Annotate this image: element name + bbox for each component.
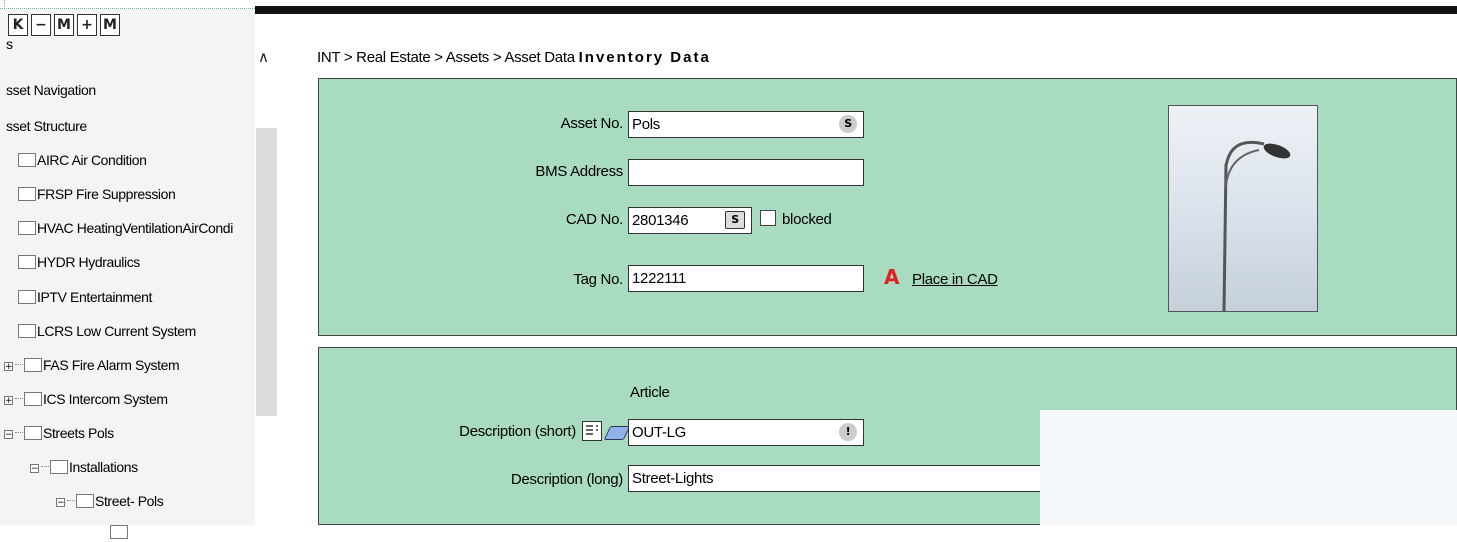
tree-item-label: s <box>6 36 13 52</box>
tree-item-label: ICS Intercom System <box>43 391 168 407</box>
selection-icon[interactable]: S <box>725 211 745 229</box>
folder-icon <box>50 460 68 474</box>
first-page-button[interactable]: K <box>8 14 28 36</box>
tree-item-streets-pols[interactable]: − Streets Pols <box>4 423 114 443</box>
collapse-icon[interactable]: − <box>56 498 65 508</box>
collapse-icon[interactable]: − <box>30 464 39 474</box>
last-page-button[interactable]: M <box>100 14 120 36</box>
tree-nav-buttons: K − M + M <box>8 14 120 36</box>
tree-item-label: LCRS Low Current System <box>37 323 196 339</box>
place-in-cad-link[interactable]: Place in CAD <box>912 271 998 288</box>
asset-no-label: Asset No. <box>560 115 624 132</box>
tag-no-label: Tag No. <box>573 271 623 288</box>
tree-item-label: FAS Fire Alarm System <box>43 357 180 373</box>
tree-item-fas[interactable]: + FAS Fire Alarm System <box>4 355 180 375</box>
breadcrumb: INT > Real Estate > Assets > Asset Data … <box>317 49 711 66</box>
tree-line <box>41 466 49 468</box>
folder-icon <box>24 426 42 440</box>
tag-no-field[interactable]: 1222111 <box>628 265 864 292</box>
cad-no-field[interactable]: 2801346 S <box>628 207 752 234</box>
blocked-label: blocked <box>782 211 832 228</box>
tree-line <box>15 432 23 434</box>
asset-no-value: Pols <box>632 116 660 133</box>
tree-line <box>67 500 75 502</box>
tree-item-label: IPTV Entertainment <box>37 289 152 305</box>
tree-item-label: sset Structure <box>6 118 87 134</box>
asset-no-field[interactable]: Pols S <box>628 111 864 138</box>
cad-no-value: 2801346 <box>632 212 689 229</box>
tree-item-label: Street- Pols <box>95 493 164 509</box>
desc-long-label: Description (long) <box>510 471 623 488</box>
tree-item-installations[interactable]: − Installations <box>30 457 138 477</box>
folder-icon <box>18 153 36 167</box>
tree-item-label: FRSP Fire Suppression <box>37 186 176 202</box>
note-icon[interactable] <box>582 421 602 441</box>
tree-line <box>15 364 23 366</box>
tree-item-label: AIRC Air Condition <box>37 152 147 168</box>
expand-button[interactable]: + <box>77 14 97 36</box>
desc-long-value: Street-Lights <box>632 470 714 487</box>
desc-short-label: Description (short) <box>459 423 576 440</box>
folder-icon <box>110 525 128 539</box>
tree-line <box>15 398 23 400</box>
tree-item-iptv[interactable]: IPTV Entertainment <box>18 287 152 307</box>
expand-icon[interactable]: + <box>4 396 13 406</box>
blocked-checkbox[interactable] <box>760 210 776 226</box>
collapse-icon[interactable]: − <box>4 430 13 440</box>
tree-item-airc[interactable]: AIRC Air Condition <box>18 150 147 170</box>
header-bar <box>255 6 1457 14</box>
tree-item-frsp[interactable]: FRSP Fire Suppression <box>18 184 176 204</box>
cad-icon[interactable]: A <box>884 265 899 289</box>
collapse-button[interactable]: − <box>31 14 51 36</box>
tag-no-value: 1222111 <box>632 270 687 287</box>
tree-scrollbar[interactable] <box>256 128 277 416</box>
tree-item-label: Installations <box>69 459 138 475</box>
tree-item-asset-structure[interactable]: sset Structure <box>6 116 87 136</box>
tree-item-asset-navigation[interactable]: sset Navigation <box>6 80 96 100</box>
middle-button[interactable]: M <box>54 14 74 36</box>
expand-icon[interactable]: + <box>4 362 13 372</box>
street-lamp-photo <box>1168 105 1318 312</box>
cad-no-label: CAD No. <box>565 211 623 228</box>
tree-item-hydr[interactable]: HYDR Hydraulics <box>18 252 140 272</box>
folder-icon <box>18 221 36 235</box>
bms-address-label: BMS Address <box>535 163 623 180</box>
page-title: Inventory Data <box>578 49 711 66</box>
tree-item-ics[interactable]: + ICS Intercom System <box>4 389 168 409</box>
article-heading: Article <box>630 384 670 401</box>
tree-item-label: HYDR Hydraulics <box>37 254 140 270</box>
required-icon: ! <box>839 423 857 441</box>
folder-icon <box>18 255 36 269</box>
folder-icon <box>18 324 36 338</box>
selection-icon[interactable]: S <box>839 115 857 133</box>
desc-short-value: OUT-LG <box>632 424 687 441</box>
tree-item-label: sset Navigation <box>6 82 96 98</box>
tree-item-hvac[interactable]: HVAC HeatingVentilationAirCondi <box>18 218 233 238</box>
desc-short-field[interactable]: OUT-LG ! <box>628 419 864 446</box>
breadcrumb-path[interactable]: INT > Real Estate > Assets > Asset Data <box>317 49 575 66</box>
scroll-up-icon[interactable]: ∧ <box>258 48 269 66</box>
desc-long-field[interactable]: Street-Lights <box>628 465 1048 492</box>
overlay-panel <box>1040 410 1457 525</box>
tree-item-child[interactable] <box>110 522 129 542</box>
tree-item-lcrs[interactable]: LCRS Low Current System <box>18 321 196 341</box>
tree-item-label: Streets Pols <box>43 425 114 441</box>
folder-icon <box>76 494 94 508</box>
tree-item[interactable]: s <box>6 34 13 54</box>
bms-address-field[interactable] <box>628 159 864 186</box>
folder-icon <box>18 290 36 304</box>
folder-icon <box>24 392 42 406</box>
folder-icon <box>24 358 42 372</box>
tree-item-street-pols[interactable]: − Street- Pols <box>56 491 164 511</box>
tree-item-label: HVAC HeatingVentilationAirCondi <box>37 220 233 236</box>
folder-icon <box>18 187 36 201</box>
street-lamp-image <box>1222 140 1291 311</box>
